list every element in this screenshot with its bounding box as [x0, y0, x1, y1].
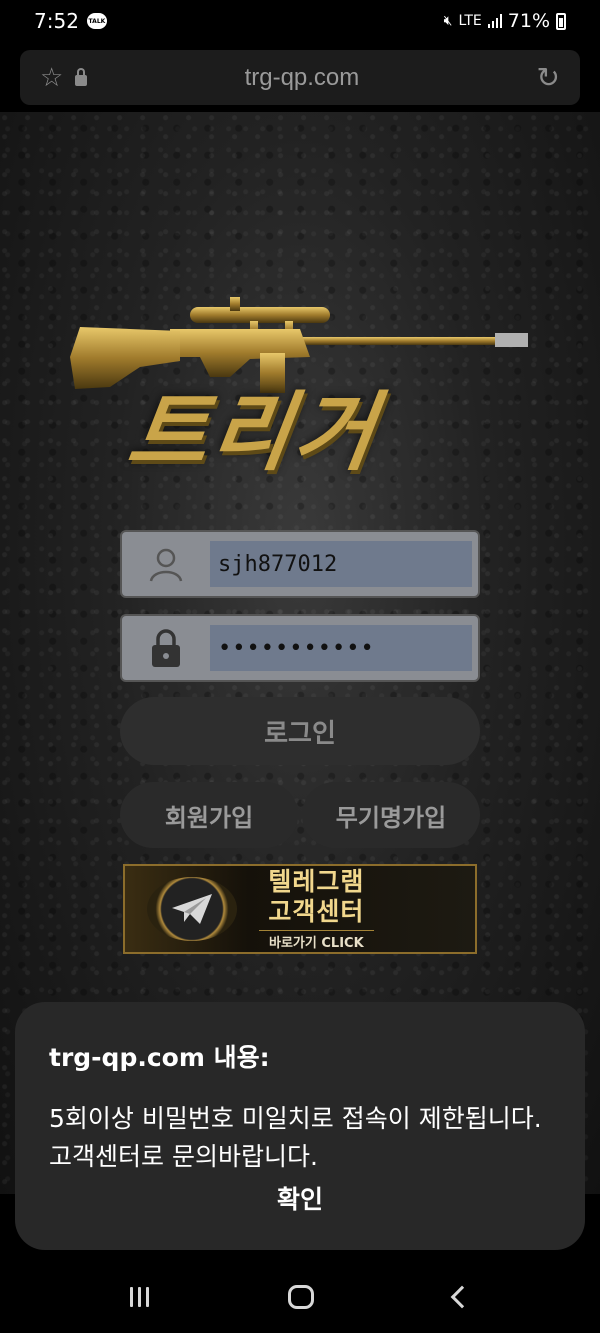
password-input[interactable]: •••••••••••	[210, 625, 472, 671]
network-type: LTE	[458, 13, 482, 29]
status-time: 7:52	[34, 9, 79, 33]
battery-percent: 71%	[507, 10, 550, 32]
password-field[interactable]: •••••••••••	[120, 614, 480, 682]
telegram-banner-text: 텔레그램 고객센터 바로가기 CLICK	[259, 867, 374, 952]
browser-url-bar[interactable]: ☆ trg-qp.com ↻	[20, 50, 580, 105]
alert-dialog: trg-qp.com 내용: 5회이상 비밀번호 미일치로 접속이 제한됩니다.…	[15, 1002, 585, 1250]
system-nav-bar	[0, 1260, 600, 1333]
status-icons: 🔇︎ LTE 71%	[444, 10, 566, 32]
support-title: 고객센터	[268, 896, 365, 926]
back-icon[interactable]	[450, 1285, 474, 1308]
mute-icon: 🔇︎	[443, 13, 453, 29]
anonymous-join-button[interactable]: 무기명가입	[302, 782, 480, 848]
logo-text: 트리거	[121, 383, 386, 483]
recent-apps-icon[interactable]	[129, 1286, 149, 1307]
shortcut-click-label: 바로가기 CLICK	[259, 929, 374, 952]
confirm-button[interactable]: 확인	[15, 1180, 585, 1216]
telegram-support-banner[interactable]: 텔레그램 고객센터 바로가기 CLICK	[123, 864, 477, 954]
reload-icon[interactable]: ↻	[537, 63, 560, 92]
username-field[interactable]: sjh877012	[120, 530, 480, 598]
padlock-icon	[122, 616, 210, 680]
bookmark-star-icon[interactable]: ☆	[40, 65, 63, 91]
status-bar: 7:52 TALK 🔇︎ LTE 71%	[0, 0, 600, 42]
lock-icon[interactable]	[75, 67, 88, 86]
username-input[interactable]: sjh877012	[210, 541, 472, 587]
login-button[interactable]: 로그인	[120, 697, 480, 765]
battery-icon	[556, 12, 566, 30]
url-text[interactable]: trg-qp.com	[87, 64, 536, 92]
signal-icon	[487, 14, 502, 28]
dialog-message: 5회이상 비밀번호 미일치로 접속이 제한됩니다. 고객센터로 문의바랍니다.	[49, 1104, 542, 1171]
join-button[interactable]: 회원가입	[120, 782, 298, 848]
site-logo: 트리거	[70, 297, 530, 483]
home-icon[interactable]	[288, 1284, 315, 1309]
telegram-title: 텔레그램	[268, 866, 365, 896]
user-icon	[122, 532, 210, 596]
dialog-title: trg-qp.com 내용:	[49, 1043, 270, 1072]
telegram-icon	[147, 877, 237, 941]
kakaotalk-icon: TALK	[86, 13, 107, 29]
